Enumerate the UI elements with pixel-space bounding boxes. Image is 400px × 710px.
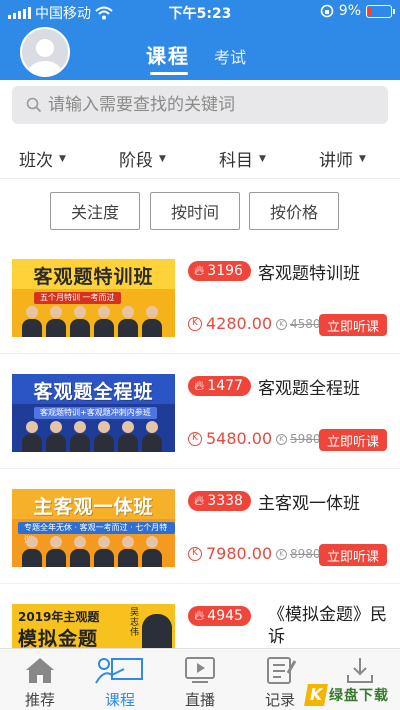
- avatar-icon: [28, 39, 62, 75]
- fire-icon: 🔥︎: [194, 493, 205, 509]
- listen-now-button[interactable]: 立即听课: [319, 429, 387, 451]
- listen-now-button[interactable]: 立即听课: [319, 544, 387, 566]
- course-price: 7980.00: [206, 544, 273, 563]
- thumbnail-title: 模拟金题: [18, 628, 99, 648]
- nav-label: 直播: [184, 691, 215, 709]
- course-thumbnail: 客观题全程班 客观题特训+客观题冲刺内参班: [12, 374, 175, 452]
- popularity-badge: 🔥︎ 4945: [188, 606, 251, 626]
- currency-icon: K: [188, 317, 202, 331]
- search-bar[interactable]: [12, 86, 388, 124]
- nav-recommend[interactable]: 推荐: [0, 649, 80, 710]
- course-item[interactable]: 2019年主观题 模拟金题 吴志伟 🔥︎ 4945 《模拟金题》民诉: [0, 604, 400, 648]
- popularity-count: 1477: [207, 378, 243, 394]
- user-avatar[interactable]: [20, 27, 70, 77]
- filter-label: 阶段: [119, 151, 153, 171]
- teachers-photo: [22, 536, 162, 567]
- thumbnail-subtitle: 五个月特训 一考而过: [34, 292, 121, 304]
- search-icon: [26, 97, 42, 113]
- fire-icon: 🔥︎: [194, 263, 205, 279]
- filter-subject[interactable]: 科目 ▼: [219, 146, 266, 171]
- notes-icon: [267, 657, 296, 684]
- course-name: 客观题全程班: [258, 379, 360, 399]
- search-input[interactable]: [48, 95, 368, 115]
- fire-icon: 🔥︎: [194, 378, 205, 394]
- currency-icon: K: [188, 547, 202, 561]
- thumbnail-title: 客观题全程班: [33, 381, 154, 403]
- currency-icon: K: [276, 319, 287, 330]
- currency-icon: K: [276, 434, 287, 445]
- caret-down-icon: ▼: [59, 153, 66, 164]
- home-icon: [26, 658, 54, 683]
- battery-percent: 9%: [338, 3, 361, 19]
- currency-icon: K: [276, 549, 287, 560]
- filter-bar: 班次 ▼ 阶段 ▼ 科目 ▼ 讲师 ▼: [0, 134, 400, 178]
- course-thumbnail: 主客观一体班 专题全年无休 · 客观一考而过 · 七个月特训: [12, 489, 175, 567]
- filter-label: 科目: [219, 151, 253, 171]
- original-price: 8980: [290, 547, 321, 561]
- battery-icon: [366, 4, 395, 18]
- divider: [0, 178, 400, 179]
- nav-label: 推荐: [24, 691, 55, 709]
- sort-price-button[interactable]: 按价格: [249, 192, 339, 230]
- thumbnail-year: 2019年主观题: [18, 610, 100, 624]
- sort-time-button[interactable]: 按时间: [150, 192, 240, 230]
- tab-exam[interactable]: 考试: [214, 44, 246, 68]
- filter-label: 讲师: [319, 151, 353, 171]
- course-name: 主客观一体班: [258, 494, 360, 514]
- thumbnail-subtitle: 客观题特训+客观题冲刺内参班: [34, 407, 157, 419]
- caret-down-icon: ▼: [259, 153, 266, 164]
- watermark-logo: K: [304, 684, 328, 706]
- listen-now-button[interactable]: 立即听课: [319, 314, 387, 336]
- thumbnail-teacher: 吴志伟: [130, 608, 140, 638]
- status-bar: 中国移动 下午5:23 9%: [0, 0, 400, 24]
- popularity-badge: 🔥︎ 1477: [188, 376, 251, 396]
- popularity-badge: 🔥︎ 3338: [188, 491, 251, 511]
- teachers-photo: [22, 306, 162, 337]
- course-item[interactable]: 客观题特训班 五个月特训 一考而过 🔥︎ 3196 客观题特训班 K 4280.0…: [0, 259, 400, 374]
- popularity-count: 3338: [207, 493, 243, 509]
- currency-icon: K: [188, 432, 202, 446]
- original-price: 4580: [290, 317, 321, 331]
- caret-down-icon: ▼: [159, 153, 166, 164]
- popularity-count: 4945: [207, 608, 243, 624]
- lecture-icon: [95, 658, 143, 684]
- header-bar: 中国移动 下午5:23 9% 课程 考试: [0, 0, 400, 80]
- course-price: 5480.00: [206, 429, 273, 448]
- thumbnail-subtitle: 专题全年无休 · 客观一考而过 · 七个月特训: [18, 522, 175, 544]
- course-name: 《模拟金题》民诉: [268, 605, 387, 647]
- course-thumbnail: 客观题特训班 五个月特训 一考而过: [12, 259, 175, 337]
- watermark-text: 绿盘下载: [329, 688, 389, 704]
- course-thumbnail: 2019年主观题 模拟金题 吴志伟: [12, 604, 175, 648]
- site-watermark: K 绿盘下载: [304, 680, 400, 710]
- thumbnail-title: 客观题特训班: [33, 266, 154, 288]
- course-item[interactable]: 主客观一体班 专题全年无休 · 客观一考而过 · 七个月特训 🔥︎3338 主客…: [0, 489, 400, 604]
- play-screen-icon: [185, 657, 215, 683]
- filter-teacher[interactable]: 讲师 ▼: [319, 146, 366, 171]
- course-name: 客观题特训班: [258, 264, 360, 284]
- filter-stage[interactable]: 阶段 ▼: [119, 146, 166, 171]
- course-price: 4280.00: [206, 314, 273, 333]
- tab-active-indicator: [150, 72, 188, 75]
- nav-course[interactable]: 课程: [80, 649, 160, 710]
- thumbnail-title: 主客观一体班: [33, 496, 154, 518]
- orientation-lock-icon: [320, 4, 334, 18]
- original-price: 5980: [290, 432, 321, 446]
- filter-class[interactable]: 班次 ▼: [19, 146, 66, 171]
- teachers-photo: [22, 421, 162, 452]
- nav-live[interactable]: 直播: [160, 649, 240, 710]
- course-item[interactable]: 客观题全程班 客观题特训+客观题冲刺内参班 🔥︎ 1477 客观题全程班 K 54…: [0, 374, 400, 489]
- tab-course[interactable]: 课程: [146, 40, 190, 69]
- popularity-count: 3196: [207, 263, 243, 279]
- caret-down-icon: ▼: [359, 153, 366, 164]
- nav-label: 课程: [104, 691, 135, 709]
- fire-icon: 🔥︎: [194, 608, 205, 624]
- popularity-badge: 🔥︎ 3196: [188, 261, 251, 281]
- filter-label: 班次: [19, 151, 53, 171]
- sort-popularity-button[interactable]: 关注度: [50, 192, 140, 230]
